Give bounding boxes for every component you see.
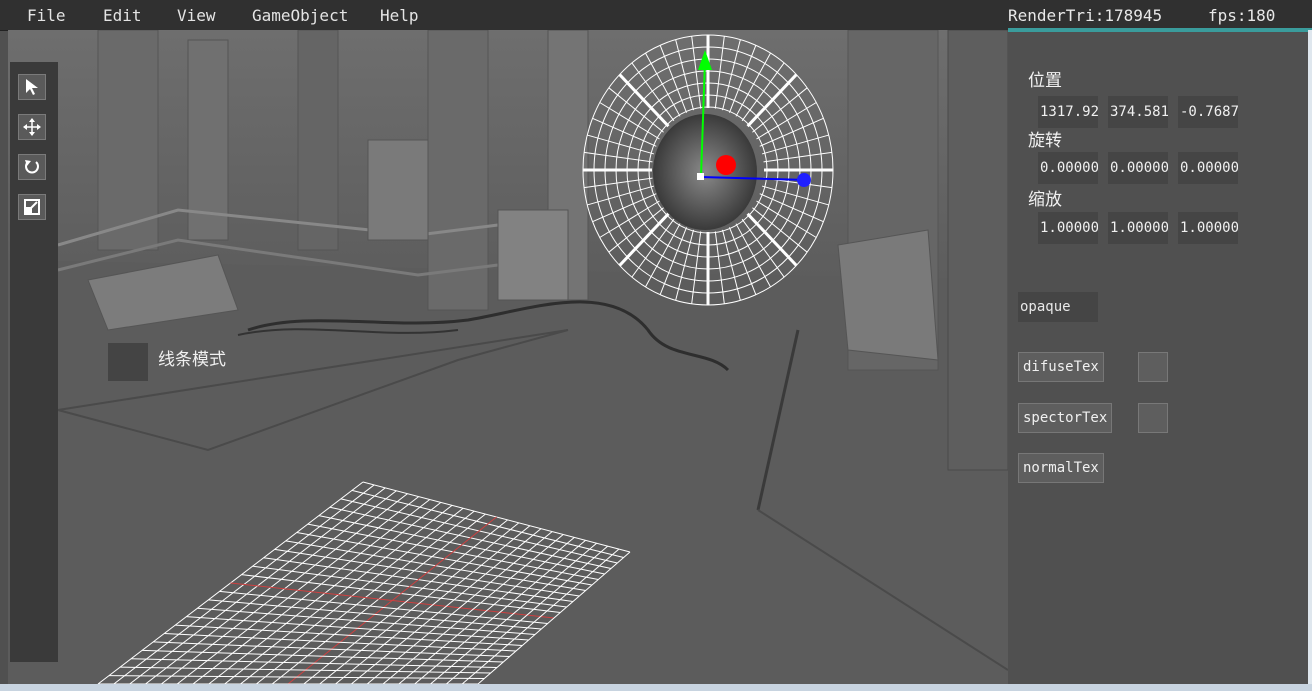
scale-tool-button[interactable] <box>18 194 46 220</box>
position-y-field[interactable]: 374.581 <box>1108 96 1168 128</box>
fps-counter: fps:180 <box>1208 6 1276 25</box>
scale-label: 缩放 <box>1028 190 1062 210</box>
position-label: 位置 <box>1028 71 1062 91</box>
position-z-field[interactable]: -0.7687 <box>1178 96 1238 128</box>
scale-y-field[interactable]: 1.000000 <box>1108 212 1168 244</box>
scale-x-field[interactable]: 1.000000 <box>1038 212 1098 244</box>
scale-z-field[interactable]: 1.000000 <box>1178 212 1238 244</box>
diffuse-texture-button[interactable]: difuseTex <box>1018 352 1104 382</box>
rotation-x-field[interactable]: 0.000000 <box>1038 152 1098 184</box>
normal-texture-button[interactable]: normalTex <box>1018 453 1104 483</box>
rotate-tool-button[interactable] <box>18 154 46 180</box>
menu-edit[interactable]: Edit <box>103 6 142 25</box>
window-bottom-border <box>0 684 1312 691</box>
menu-file[interactable]: File <box>27 6 66 25</box>
wireframe-checkbox[interactable] <box>108 343 148 381</box>
select-tool-button[interactable] <box>18 74 46 100</box>
diffuse-texture-slot[interactable] <box>1138 352 1168 382</box>
rotate-icon <box>25 160 39 174</box>
render-triangle-count: RenderTri:178945 <box>1008 6 1163 25</box>
window-right-border <box>1308 30 1312 691</box>
specular-texture-slot[interactable] <box>1138 403 1168 433</box>
rotation-label: 旋转 <box>1028 131 1062 151</box>
position-x-field[interactable]: 1317.92 <box>1038 96 1098 128</box>
tool-palette <box>10 62 58 662</box>
scale-icon <box>24 199 40 215</box>
rotation-y-field[interactable]: 0.000000 <box>1108 152 1168 184</box>
specular-texture-button[interactable]: spectorTex <box>1018 403 1113 433</box>
move-tool-button[interactable] <box>18 114 46 140</box>
menu-gameobject[interactable]: GameObject <box>252 6 348 25</box>
menu-help[interactable]: Help <box>380 6 419 25</box>
move-arrows-icon <box>23 118 41 136</box>
menu-view[interactable]: View <box>177 6 216 25</box>
cursor-arrow-icon <box>26 79 38 95</box>
menu-bar: File Edit View GameObject Help RenderTri… <box>0 0 1312 31</box>
rotation-z-field[interactable]: 0.000000 <box>1178 152 1238 184</box>
inspector-panel: 位置 1317.92 374.581 -0.7687 旋转 0.000000 0… <box>1008 32 1308 684</box>
render-mode-field[interactable]: opaque <box>1018 292 1098 322</box>
wireframe-label: 线条模式 <box>158 350 226 370</box>
